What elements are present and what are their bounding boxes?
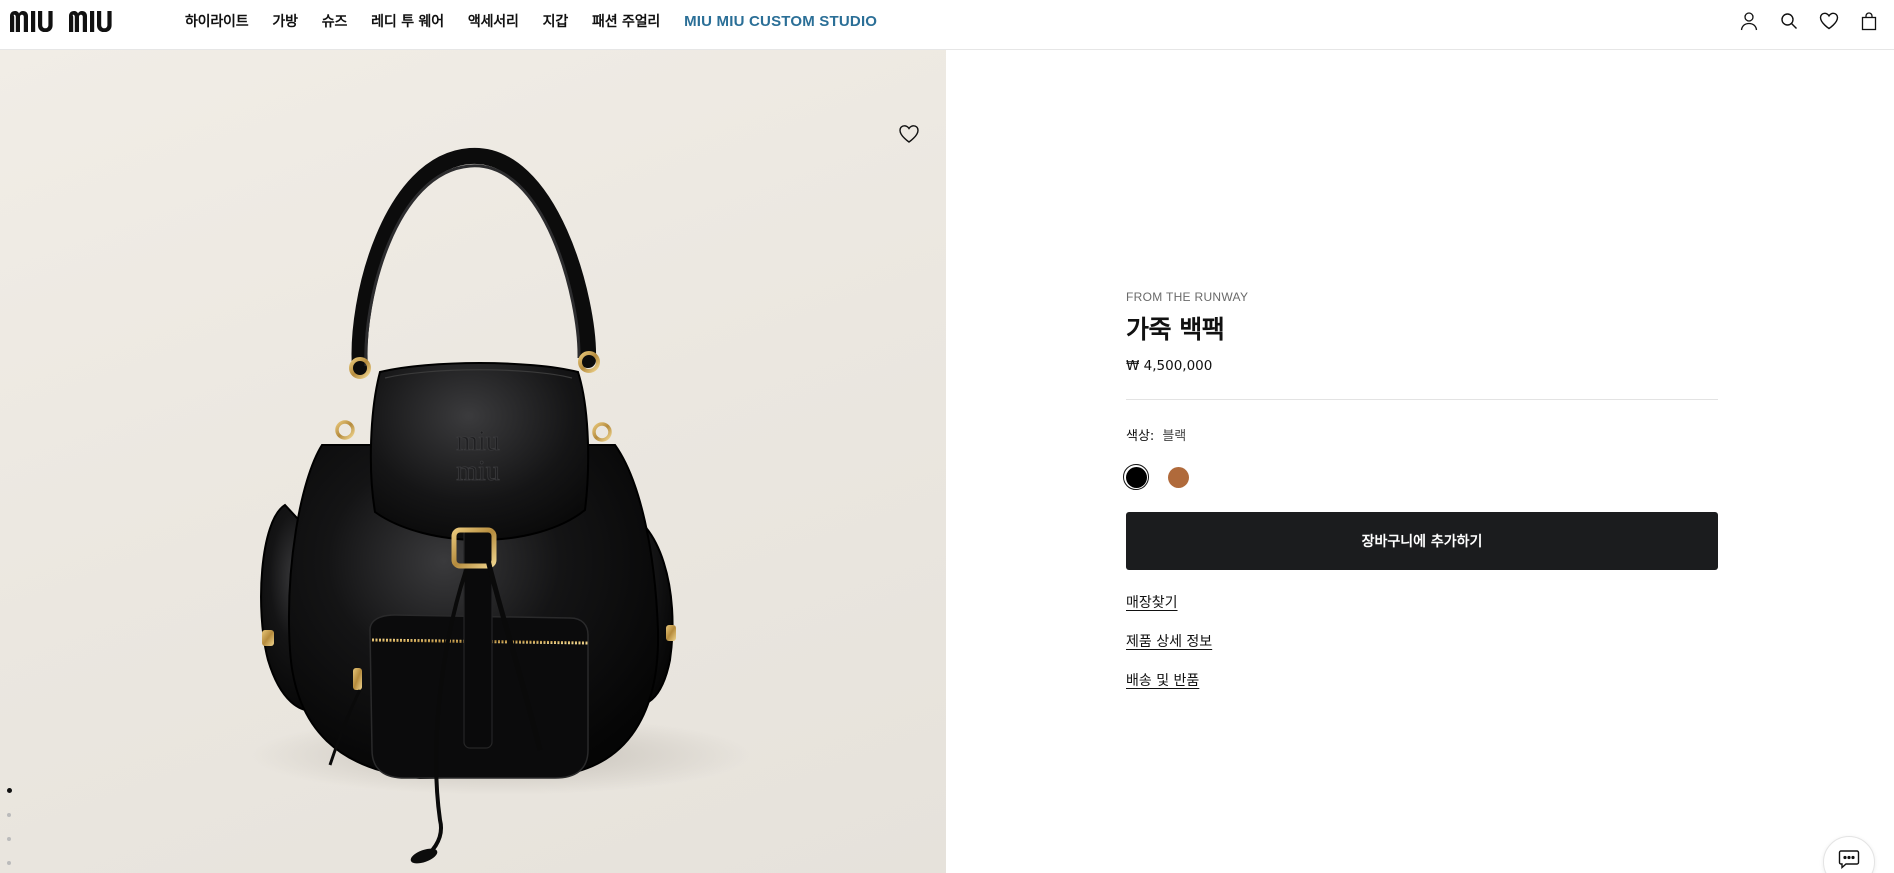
nav-item-fashion-jewelry[interactable]: 패션 주얼리	[592, 11, 660, 31]
product-info: FROM THE RUNWAY 가죽 백팩 ₩ 4,500,000 색상: 블랙…	[1123, 290, 1718, 709]
main-nav: 하이라이트 가방 슈즈 레디 투 웨어 액세서리 지갑 패션 주얼리 MIU M…	[185, 0, 901, 42]
svg-text:miu: miu	[456, 426, 500, 457]
product-eyebrow: FROM THE RUNWAY	[1126, 290, 1249, 304]
wishlist-icon[interactable]	[1816, 8, 1842, 34]
gallery-dot-4[interactable]	[7, 861, 11, 865]
nav-item-highlights[interactable]: 하이라이트	[185, 11, 249, 31]
store-locator-link[interactable]: 매장찾기	[1126, 592, 1718, 612]
miu-miu-logo-mark	[10, 11, 112, 32]
swatch-brown[interactable]	[1165, 464, 1191, 490]
shipping-returns-link[interactable]: 배송 및 반품	[1126, 670, 1718, 690]
gallery-dot-1[interactable]	[7, 788, 12, 793]
bag-icon[interactable]	[1856, 8, 1882, 34]
nav-item-wallets[interactable]: 지갑	[543, 11, 569, 31]
product-image: miu miu	[250, 147, 750, 864]
gallery-dot-3[interactable]	[7, 837, 11, 841]
nav-item-accessories[interactable]: 액세서리	[468, 11, 519, 31]
product-title: 가죽 백팩	[1126, 315, 1225, 344]
divider	[1126, 399, 1718, 400]
add-to-cart-button[interactable]: 장바구니에 추가하기	[1126, 512, 1718, 570]
add-to-wishlist-heart-icon[interactable]	[898, 124, 920, 146]
nav-item-ready-to-wear[interactable]: 레디 투 웨어	[371, 11, 444, 31]
product-price: ₩ 4,500,000	[1126, 358, 1213, 374]
color-label: 색상:	[1126, 429, 1155, 444]
account-icon[interactable]	[1736, 8, 1762, 34]
product-links: 매장찾기 제품 상세 정보 배송 및 반품	[1126, 592, 1718, 690]
nav-item-bags[interactable]: 가방	[272, 11, 298, 31]
svg-text:miu: miu	[456, 456, 500, 487]
swatch-black[interactable]	[1123, 464, 1149, 490]
color-value: 블랙	[1162, 429, 1187, 444]
color-swatches	[1123, 464, 1718, 490]
product-image-gallery[interactable]: miu miu	[0, 50, 946, 873]
gallery-pagination	[7, 788, 12, 873]
embossed-logo: miu miu	[456, 426, 500, 488]
site-header: 하이라이트 가방 슈즈 레디 투 웨어 액세서리 지갑 패션 주얼리 MIU M…	[0, 0, 1894, 50]
gallery-dot-2[interactable]	[7, 813, 11, 817]
chat-button[interactable]	[1823, 836, 1875, 873]
chat-icon	[1838, 850, 1860, 869]
color-selector-label: 색상: 블랙	[1126, 425, 1718, 444]
search-icon[interactable]	[1776, 8, 1802, 34]
header-actions	[1736, 8, 1894, 34]
product-details-link[interactable]: 제품 상세 정보	[1126, 631, 1718, 651]
nav-item-custom-studio[interactable]: MIU MIU CUSTOM STUDIO	[684, 13, 877, 30]
miu-miu-logo[interactable]	[10, 6, 160, 36]
nav-item-shoes[interactable]: 슈즈	[322, 11, 348, 31]
